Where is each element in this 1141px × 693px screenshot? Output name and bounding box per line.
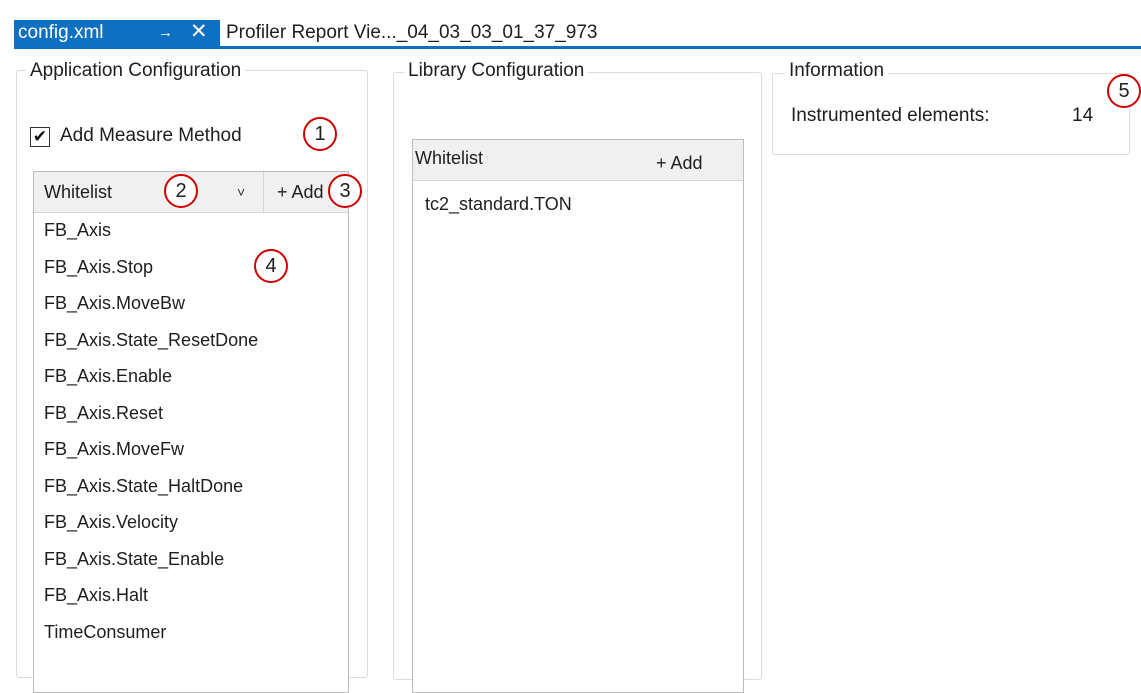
library-configuration-title: Library Configuration [404, 60, 589, 82]
list-item[interactable]: FB_Axis.Reset [44, 399, 258, 436]
add-measure-method-checkbox[interactable]: ✔ [30, 127, 50, 147]
callout-4: 4 [254, 249, 288, 283]
app-add-button[interactable]: + Add [277, 172, 324, 212]
config-editor: Application Configuration ✔ Add Measure … [14, 49, 1141, 693]
app-whitelist-panel: Whitelist ˅ + Add FB_Axis FB_Axis.Stop F… [33, 171, 349, 693]
app-whitelist-select[interactable]: Whitelist [44, 172, 112, 212]
list-item[interactable]: FB_Axis.State_Enable [44, 545, 258, 582]
callout-1: 1 [303, 117, 337, 151]
instrumented-elements-value: 14 [1072, 105, 1094, 126]
list-item[interactable]: FB_Axis [44, 216, 258, 253]
callout-5: 5 [1107, 74, 1141, 108]
list-item[interactable]: tc2_standard.TON [425, 190, 572, 227]
lib-whitelist-label: Whitelist [415, 148, 484, 168]
list-item[interactable]: FB_Axis.MoveFw [44, 435, 258, 472]
lib-add-button[interactable]: + Add [656, 140, 703, 186]
app-whitelist-items: FB_Axis FB_Axis.Stop FB_Axis.MoveBw FB_A… [44, 216, 258, 654]
list-item[interactable]: FB_Axis.State_ResetDone [44, 326, 258, 363]
close-icon[interactable]: ✕ [190, 19, 208, 45]
application-configuration-title: Application Configuration [26, 60, 246, 82]
callout-3: 3 [328, 174, 362, 208]
pin-icon[interactable]: → [158, 20, 173, 46]
list-item[interactable]: FB_Axis.Halt [44, 581, 258, 618]
tab-profiler-report[interactable]: Profiler Report Vie..._04_03_03_01_37_97… [220, 20, 598, 46]
list-item[interactable]: FB_Axis.Velocity [44, 508, 258, 545]
document-tab-strip: config.xml → ✕ Profiler Report Vie..._04… [0, 0, 1141, 49]
lib-whitelist-panel: Whitelist + Add tc2_standard.TON [412, 139, 744, 693]
list-item[interactable]: FB_Axis.Enable [44, 362, 258, 399]
list-item[interactable]: FB_Axis.Stop [44, 253, 258, 290]
list-item[interactable]: FB_Axis.State_HaltDone [44, 472, 258, 509]
tab-config-xml[interactable]: config.xml → ✕ [14, 20, 220, 46]
information-title: Information [785, 60, 889, 82]
tab-config-label: config.xml [18, 22, 104, 43]
list-item[interactable]: FB_Axis.MoveBw [44, 289, 258, 326]
instrumented-elements-label: Instrumented elements: [791, 105, 990, 126]
add-measure-method-label[interactable]: Add Measure Method [60, 125, 242, 147]
list-item[interactable]: TimeConsumer [44, 618, 258, 655]
tab-profiler-label: Profiler Report Vie..._04_03_03_01_37_97… [226, 22, 598, 43]
callout-2: 2 [164, 174, 198, 208]
lib-whitelist-header: Whitelist + Add [413, 140, 743, 181]
chevron-down-icon[interactable]: ˅ [237, 172, 245, 212]
lib-whitelist-items: tc2_standard.TON [425, 190, 572, 227]
header-divider [263, 172, 264, 212]
